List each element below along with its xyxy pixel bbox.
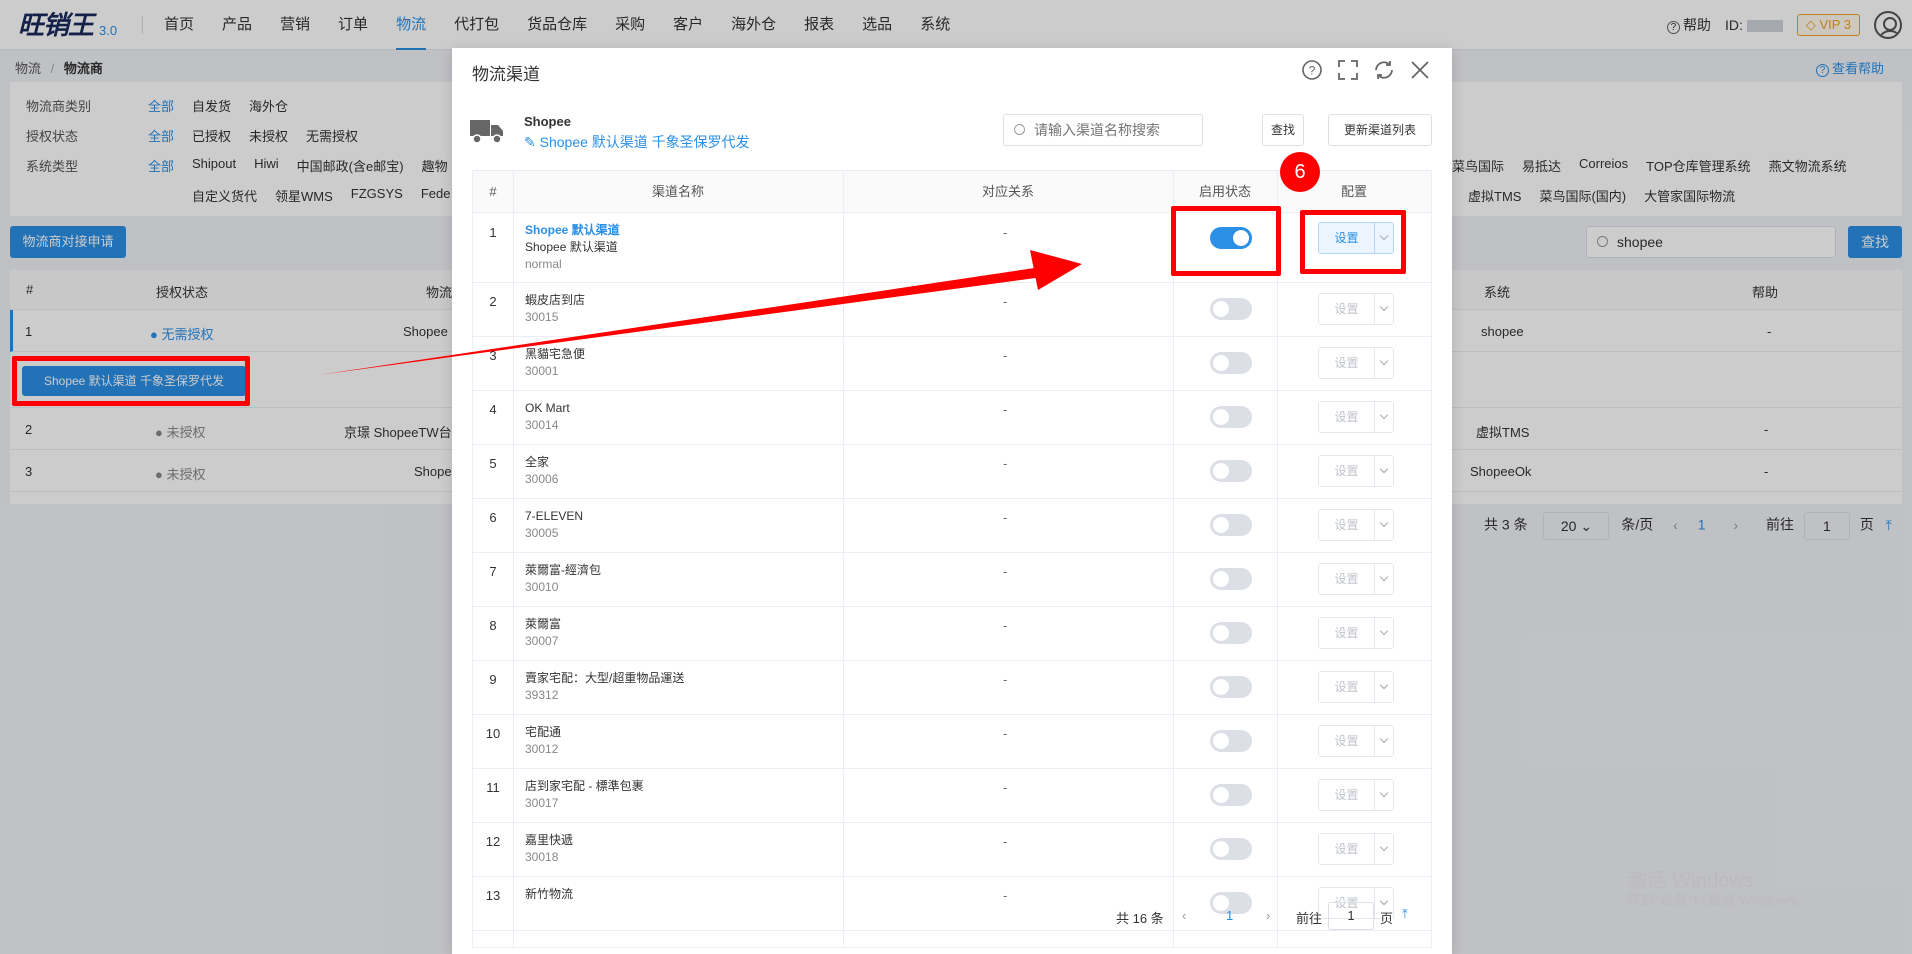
channel-name-cell: 萊爾富 30007 (525, 617, 562, 648)
chevron-down-icon[interactable] (1375, 834, 1393, 864)
page-number[interactable]: 1 (1226, 908, 1233, 923)
fullscreen-icon[interactable] (1336, 58, 1360, 82)
refresh-channel-list-button[interactable]: 更新渠道列表 (1328, 114, 1432, 146)
channel-name-cell: 黑貓宅急便 30001 (525, 347, 586, 378)
dialog-pager: 共 16 条 ‹ 1 › 前往 1 页 ⤒ (452, 898, 1452, 938)
windows-watermark-sub: 转到"设置"以激活 Windows。 (1627, 892, 1810, 908)
table-row[interactable]: 11 店到家宅配 - 標準包裹 30017- 设置 (473, 769, 1431, 823)
table-row[interactable]: 2 蝦皮店到店 30015- 设置 (473, 283, 1431, 337)
enable-toggle[interactable] (1210, 460, 1252, 482)
channel-name-cell: Shopee 默认渠道 Shopee 默认渠道 normal (525, 223, 620, 271)
table-row[interactable]: 3 黑貓宅急便 30001- 设置 (473, 337, 1431, 391)
enable-toggle[interactable] (1210, 622, 1252, 644)
step-badge: 6 (1280, 152, 1320, 192)
annotation-box-channel (12, 356, 250, 406)
chevron-down-icon[interactable] (1375, 402, 1393, 432)
close-icon[interactable] (1408, 58, 1432, 82)
config-dropdown-button[interactable]: 设置 (1318, 293, 1394, 325)
config-dropdown-button[interactable]: 设置 (1318, 833, 1394, 865)
enable-toggle[interactable] (1210, 406, 1252, 428)
annotation-box-toggle (1171, 206, 1281, 276)
truck-icon (470, 120, 503, 144)
enable-toggle[interactable] (1210, 838, 1252, 860)
config-dropdown-button[interactable]: 设置 (1318, 563, 1394, 595)
channel-name-cell: 店到家宅配 - 標準包裹 30017 (525, 779, 644, 810)
chevron-down-icon[interactable] (1375, 456, 1393, 486)
table-row[interactable]: 4 OK Mart 30014- 设置 (473, 391, 1431, 445)
enable-toggle[interactable] (1210, 784, 1252, 806)
channel-name-cell: 全家 30006 (525, 455, 559, 486)
table-row[interactable]: 7 萊爾富-經濟包 30010- 设置 (473, 553, 1431, 607)
table-row[interactable]: 8 萊爾富 30007- 设置 (473, 607, 1431, 661)
channel-table: # 渠道名称 对应关系 启用状态 配置 1 Shopee 默认渠道 Shopee… (472, 170, 1432, 948)
annotation-box-config (1300, 210, 1406, 274)
chevron-down-icon[interactable] (1375, 510, 1393, 540)
help-icon[interactable]: ? (1300, 58, 1324, 82)
enable-toggle[interactable] (1210, 514, 1252, 536)
channel-search-input[interactable] (1003, 114, 1203, 146)
dialog-title: 物流渠道 (472, 65, 540, 84)
table-row[interactable]: 10 宅配通 30012- 设置 (473, 715, 1431, 769)
channel-name-cell: 7-ELEVEN 30005 (525, 509, 584, 540)
config-dropdown-button[interactable]: 设置 (1318, 347, 1394, 379)
enable-toggle[interactable] (1210, 352, 1252, 374)
channel-name-cell: 嘉里快遞 30018 (525, 833, 574, 864)
channel-name-cell: 賣家宅配：大型/超重物品運送 39312 (525, 671, 685, 702)
chevron-down-icon[interactable] (1375, 672, 1393, 702)
channel-name-cell: OK Mart 30014 (525, 401, 570, 432)
goto-page-input[interactable]: 1 (1328, 902, 1374, 930)
enable-toggle[interactable] (1210, 568, 1252, 590)
next-page-icon[interactable]: › (1266, 908, 1270, 923)
config-dropdown-button[interactable]: 设置 (1318, 401, 1394, 433)
windows-watermark: 激活 Windows (1627, 870, 1754, 892)
enable-toggle[interactable] (1210, 730, 1252, 752)
prev-page-icon[interactable]: ‹ (1182, 908, 1186, 923)
config-dropdown-button[interactable]: 设置 (1318, 779, 1394, 811)
dialog-tools: ? (1300, 58, 1432, 82)
go-top-icon[interactable]: ⤒ (1402, 906, 1408, 922)
carrier-name: Shopee (524, 114, 571, 129)
chevron-down-icon[interactable] (1375, 726, 1393, 756)
table-row[interactable]: 5 全家 30006- 设置 (473, 445, 1431, 499)
config-dropdown-button[interactable]: 设置 (1318, 455, 1394, 487)
refresh-icon[interactable] (1372, 58, 1396, 82)
channel-name-cell: 萊爾富-經濟包 30010 (525, 563, 601, 594)
channel-name-cell: 蝦皮店到店 30015 (525, 293, 586, 324)
chevron-down-icon[interactable] (1375, 618, 1393, 648)
table-row[interactable]: 1 Shopee 默认渠道 Shopee 默认渠道 normal - 设置 (473, 213, 1431, 283)
table-row[interactable]: 6 7-ELEVEN 30005- 设置 (473, 499, 1431, 553)
find-button[interactable]: 查找 (1262, 114, 1304, 146)
chevron-down-icon[interactable] (1375, 294, 1393, 324)
channel-name-cell: 宅配通 30012 (525, 725, 562, 756)
table-row[interactable]: 12 嘉里快遞 30018- 设置 (473, 823, 1431, 877)
edit-icon: ✎ (524, 134, 540, 150)
svg-text:?: ? (1309, 64, 1316, 78)
chevron-down-icon[interactable] (1375, 348, 1393, 378)
enable-toggle[interactable] (1210, 298, 1252, 320)
table-row[interactable]: 9 賣家宅配：大型/超重物品運送 39312- 设置 (473, 661, 1431, 715)
config-dropdown-button[interactable]: 设置 (1318, 725, 1394, 757)
config-dropdown-button[interactable]: 设置 (1318, 509, 1394, 541)
chevron-down-icon[interactable] (1375, 780, 1393, 810)
search-icon (1014, 124, 1025, 135)
carrier-channel-link[interactable]: ✎ Shopee 默认渠道 千象圣保罗代发 (524, 132, 750, 152)
config-dropdown-button[interactable]: 设置 (1318, 671, 1394, 703)
chevron-down-icon[interactable] (1375, 564, 1393, 594)
enable-toggle[interactable] (1210, 676, 1252, 698)
config-dropdown-button[interactable]: 设置 (1318, 617, 1394, 649)
